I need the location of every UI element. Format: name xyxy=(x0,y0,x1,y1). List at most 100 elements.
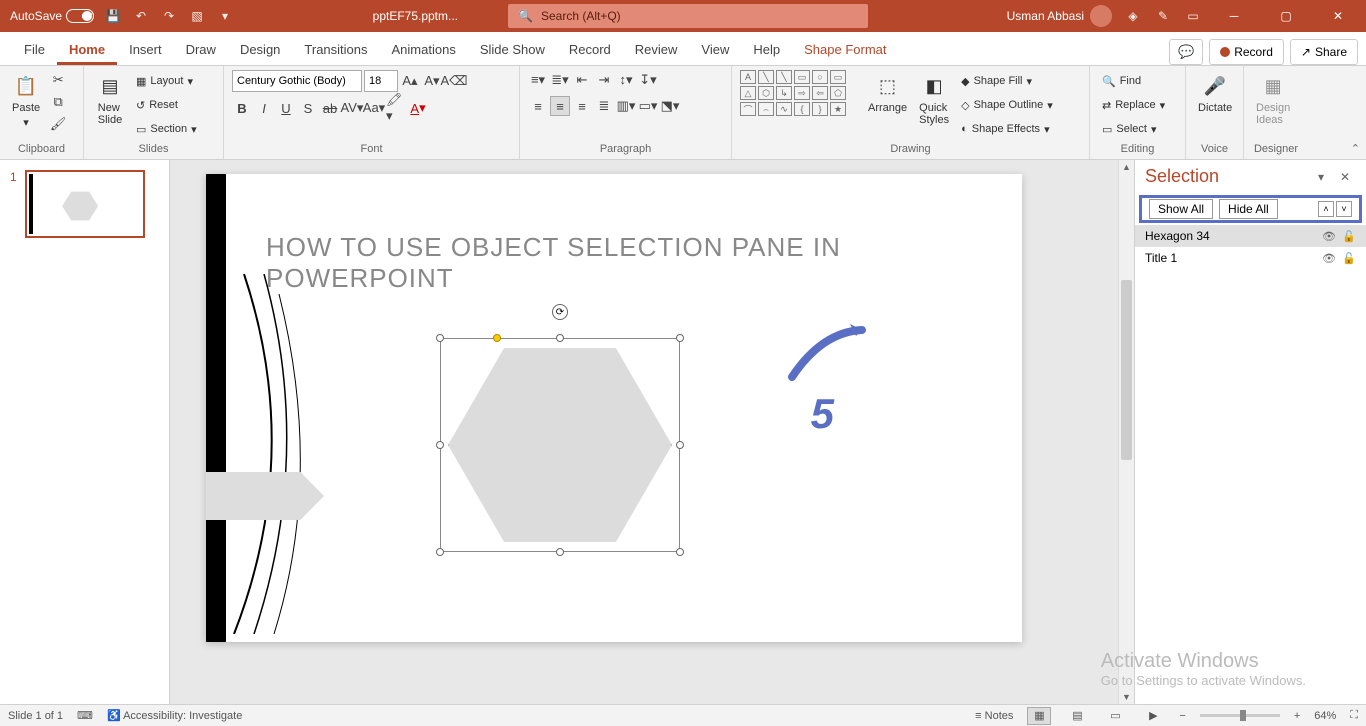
arrange-button[interactable]: ⬚Arrange xyxy=(864,70,911,116)
redo-icon[interactable]: ↷ xyxy=(160,7,178,25)
select-button[interactable]: ▭ Select ▾ xyxy=(1098,118,1169,140)
scroll-down-icon[interactable]: ▼ xyxy=(1119,690,1134,704)
resize-handle[interactable] xyxy=(556,334,564,342)
tab-file[interactable]: File xyxy=(12,34,57,65)
share-button[interactable]: ↗Share xyxy=(1290,39,1358,65)
layout-button[interactable]: ▦ Layout ▾ xyxy=(132,70,201,92)
align-text-icon[interactable]: ▭▾ xyxy=(638,96,658,116)
strike-icon[interactable]: ab xyxy=(320,98,340,118)
reset-button[interactable]: ↺ Reset xyxy=(132,94,201,116)
tab-shape-format[interactable]: Shape Format xyxy=(792,34,898,65)
resize-handle[interactable] xyxy=(676,334,684,342)
paste-button[interactable]: 📋Paste▾ xyxy=(8,70,44,131)
show-all-button[interactable]: Show All xyxy=(1149,199,1213,219)
tab-animations[interactable]: Animations xyxy=(380,34,468,65)
tab-design[interactable]: Design xyxy=(228,34,292,65)
shapes-gallery[interactable]: A╲╲▭○▭ △⬡↳⇨⇦⬠ ⌒⌢∿{}★ xyxy=(740,70,860,116)
filename[interactable]: pptEF75.pptm... xyxy=(373,9,458,23)
resize-handle[interactable] xyxy=(676,441,684,449)
section-button[interactable]: ▭ Section ▾ xyxy=(132,118,201,140)
tab-home[interactable]: Home xyxy=(57,34,117,65)
shape-fill-button[interactable]: ◆ Shape Fill ▾ xyxy=(957,70,1057,92)
undo-icon[interactable]: ↶ xyxy=(132,7,150,25)
tab-help[interactable]: Help xyxy=(741,34,792,65)
align-left-icon[interactable]: ≡ xyxy=(528,96,548,116)
bullets-icon[interactable]: ≡▾ xyxy=(528,70,548,90)
lock-icon[interactable]: 🔓 xyxy=(1342,230,1356,243)
sorter-view-icon[interactable]: ▤ xyxy=(1065,707,1089,725)
tab-view[interactable]: View xyxy=(689,34,741,65)
save-icon[interactable]: 💾 xyxy=(104,7,122,25)
qat-more-icon[interactable]: ▾ xyxy=(216,7,234,25)
user-account[interactable]: Usman Abbasi xyxy=(1007,5,1112,27)
smartart-icon[interactable]: ⬔▾ xyxy=(660,96,680,116)
collapse-ribbon-icon[interactable]: ⌃ xyxy=(1351,142,1360,155)
zoom-slider[interactable] xyxy=(1200,714,1280,717)
tab-transitions[interactable]: Transitions xyxy=(292,34,379,65)
scroll-up-icon[interactable]: ▲ xyxy=(1119,160,1134,174)
language-icon[interactable]: ⌨ xyxy=(77,709,93,722)
slideshow-view-icon[interactable]: ▶ xyxy=(1141,707,1165,725)
numbering-icon[interactable]: ≣▾ xyxy=(550,70,570,90)
indent-dec-icon[interactable]: ⇤ xyxy=(572,70,592,90)
zoom-out-icon[interactable]: − xyxy=(1179,710,1185,722)
format-painter-icon[interactable]: 🖌 xyxy=(48,114,68,134)
wand-icon[interactable]: ✎ xyxy=(1154,7,1172,25)
close-button[interactable]: ✕ xyxy=(1318,0,1358,32)
diamond-icon[interactable]: ◈ xyxy=(1124,7,1142,25)
columns-icon[interactable]: ▥▾ xyxy=(616,96,636,116)
slide-counter[interactable]: Slide 1 of 1 xyxy=(8,710,63,722)
resize-handle[interactable] xyxy=(556,548,564,556)
change-case-icon[interactable]: Aa▾ xyxy=(364,98,384,118)
visibility-icon[interactable]: 👁 xyxy=(1322,230,1336,243)
align-right-icon[interactable]: ≡ xyxy=(572,96,592,116)
line-spacing-icon[interactable]: ↕▾ xyxy=(616,70,636,90)
copy-icon[interactable]: ⧉ xyxy=(48,92,68,112)
scrollbar-thumb[interactable] xyxy=(1121,280,1132,460)
record-button[interactable]: Record xyxy=(1209,39,1284,65)
shape-outline-button[interactable]: ◇ Shape Outline ▾ xyxy=(957,94,1057,116)
tab-review[interactable]: Review xyxy=(623,34,690,65)
char-spacing-icon[interactable]: AV▾ xyxy=(342,98,362,118)
adjust-handle[interactable] xyxy=(493,334,501,342)
list-item[interactable]: Hexagon 34 👁 🔓 xyxy=(1135,225,1366,247)
cut-icon[interactable]: ✂ xyxy=(48,70,68,90)
replace-button[interactable]: ⇄ Replace ▾ xyxy=(1098,94,1169,116)
resize-handle[interactable] xyxy=(676,548,684,556)
tab-slideshow[interactable]: Slide Show xyxy=(468,34,557,65)
hide-all-button[interactable]: Hide All xyxy=(1219,199,1278,219)
shadow-icon[interactable]: S xyxy=(298,98,318,118)
normal-view-icon[interactable]: ▦ xyxy=(1027,707,1051,725)
font-color-icon[interactable]: A▾ xyxy=(408,98,428,118)
shrink-font-icon[interactable]: A▾ xyxy=(422,71,442,91)
hexagon-shape-selected[interactable]: ⟳ xyxy=(440,338,680,552)
indent-inc-icon[interactable]: ⇥ xyxy=(594,70,614,90)
comments-button[interactable]: 💬 xyxy=(1169,39,1203,65)
zoom-in-icon[interactable]: + xyxy=(1294,710,1300,722)
tab-draw[interactable]: Draw xyxy=(174,34,228,65)
notes-button[interactable]: ≡ Notes xyxy=(975,710,1013,722)
design-ideas-button[interactable]: ▦Design Ideas xyxy=(1252,70,1294,128)
ribbon-mode-icon[interactable]: ▭ xyxy=(1184,7,1202,25)
maximize-button[interactable]: ▢ xyxy=(1266,0,1306,32)
fit-to-window-icon[interactable]: ⛶ xyxy=(1350,709,1358,722)
zoom-percent[interactable]: 64% xyxy=(1314,710,1336,722)
visibility-icon[interactable]: 👁 xyxy=(1322,252,1336,265)
slide-title[interactable]: HOW TO USE OBJECT SELECTION PANE IN POWE… xyxy=(266,232,1002,294)
reading-view-icon[interactable]: ▭ xyxy=(1103,707,1127,725)
present-icon[interactable]: ▧ xyxy=(188,7,206,25)
text-direction-icon[interactable]: ↧▾ xyxy=(638,70,658,90)
minimize-button[interactable]: ─ xyxy=(1214,0,1254,32)
slide-canvas-area[interactable]: HOW TO USE OBJECT SELECTION PANE IN POWE… xyxy=(170,160,1134,704)
shape-effects-button[interactable]: ◐ Shape Effects ▾ xyxy=(957,118,1057,140)
bring-forward-icon[interactable]: ˄ xyxy=(1318,201,1334,217)
highlight-icon[interactable]: 🖍▾ xyxy=(386,98,406,118)
vertical-scrollbar[interactable]: ▲ ▼ xyxy=(1118,160,1134,704)
italic-icon[interactable]: I xyxy=(254,98,274,118)
resize-handle[interactable] xyxy=(436,441,444,449)
find-button[interactable]: 🔍 Find xyxy=(1098,70,1169,92)
underline-icon[interactable]: U xyxy=(276,98,296,118)
quick-styles-button[interactable]: ◧Quick Styles xyxy=(915,70,953,128)
thumbnail-slide-1[interactable] xyxy=(25,170,145,238)
align-center-icon[interactable]: ≡ xyxy=(550,96,570,116)
